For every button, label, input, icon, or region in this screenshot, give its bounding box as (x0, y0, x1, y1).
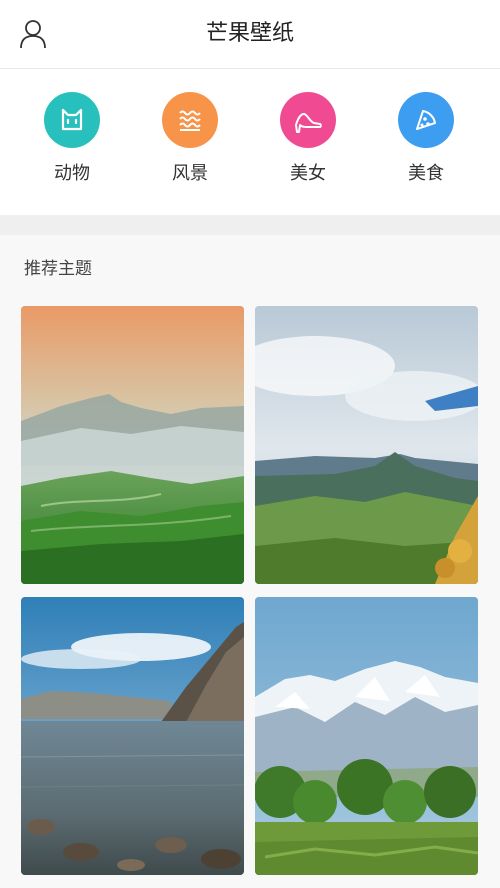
category-food[interactable]: 美食 (381, 92, 471, 202)
category-label: 美女 (290, 163, 326, 184)
page-title: 芒果壁纸 (205, 21, 294, 46)
wallpaper-tile-rocky-coast[interactable] (21, 597, 244, 875)
wallpaper-image (21, 597, 244, 875)
category-scenery[interactable]: 风景 (145, 92, 235, 202)
high-heel-icon (280, 92, 336, 148)
wallpaper-image (255, 306, 478, 584)
app-header: 芒果壁纸 (0, 0, 500, 69)
recommended-section: 推荐主题 (0, 235, 500, 888)
category-bar: 动物 风景 美女 美食 (0, 69, 500, 215)
divider (0, 215, 500, 235)
wallpaper-image (255, 597, 478, 875)
wallpaper-tile-snowy-mountains[interactable] (255, 597, 478, 875)
category-label: 美食 (408, 163, 444, 184)
waves-icon (162, 92, 218, 148)
wallpaper-tile-misty-mountain[interactable] (21, 306, 244, 584)
category-animals[interactable]: 动物 (27, 92, 117, 202)
category-label: 风景 (172, 163, 208, 184)
wallpaper-tile-mountain-valley[interactable] (255, 306, 478, 584)
category-label: 动物 (54, 163, 90, 184)
category-beauty[interactable]: 美女 (263, 92, 353, 202)
section-title: 推荐主题 (24, 259, 92, 279)
wallpaper-image (21, 306, 244, 584)
cat-icon (44, 92, 100, 148)
pizza-slice-icon (398, 92, 454, 148)
